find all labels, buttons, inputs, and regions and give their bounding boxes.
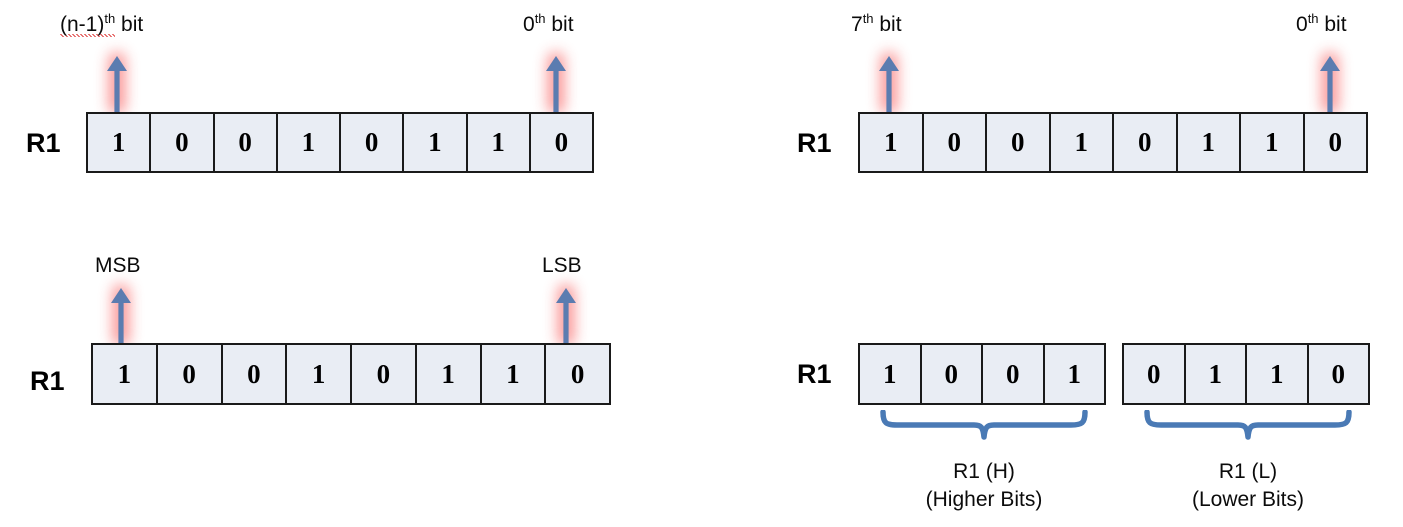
- bit-cell: 0: [923, 114, 987, 171]
- up-arrow-glyph: [879, 56, 899, 112]
- bit-cell: 0: [1114, 114, 1178, 171]
- group-caption-low-name: R1 (L): [1218, 460, 1278, 483]
- register-top-left: 10010110: [86, 112, 594, 173]
- up-arrow-glyph: [107, 56, 127, 112]
- bit-cell: 1: [860, 114, 924, 171]
- bit-cell: 1: [277, 114, 341, 171]
- register-name-bottom-left: R1: [30, 366, 65, 396]
- bit-cell: 1: [467, 114, 531, 171]
- bit-cell: 0: [1308, 345, 1368, 403]
- callout-text-primary: (n-1)th: [60, 11, 116, 37]
- bit-cell: 1: [1177, 114, 1241, 171]
- brace-high-bits: [880, 409, 1088, 455]
- group-caption-high: R1 (H) (Higher Bits): [884, 458, 1084, 513]
- callout-text-suffix: bit: [1318, 13, 1347, 36]
- bit-cell: 0: [1304, 114, 1366, 171]
- group-caption-low: R1 (L) (Lower Bits): [1148, 458, 1348, 513]
- brace-high-glyph: [880, 409, 1088, 440]
- bit-cell: 0: [530, 114, 592, 171]
- up-arrow-glyph: [111, 288, 131, 344]
- register-name-top-left: R1: [26, 128, 61, 158]
- bit-cell: 1: [88, 114, 152, 171]
- figure-canvas: (n-1)th bit 0th bit R1 10010110 MSB LSB: [0, 0, 1403, 527]
- bit-cell: 0: [214, 114, 278, 171]
- callout-label-lsb: LSB: [542, 254, 582, 277]
- up-arrow-icon: [553, 284, 579, 346]
- up-arrow-icon: [876, 52, 902, 114]
- up-arrow-icon: [543, 52, 569, 114]
- group-caption-high-name: R1 (H): [953, 460, 1015, 483]
- up-arrow-glyph: [546, 56, 566, 112]
- bit-cell: 0: [921, 345, 983, 403]
- callout-text-base: (n-1): [60, 13, 105, 36]
- bit-cell: 1: [481, 345, 547, 403]
- register-top-right: 10010110: [858, 112, 1368, 173]
- bit-cell: 1: [1241, 114, 1305, 171]
- callout-text-superscript: th: [862, 11, 874, 26]
- brace-low-glyph: [1144, 409, 1352, 440]
- up-arrow-icon: [1317, 52, 1343, 114]
- bit-cell: 1: [1050, 114, 1114, 171]
- callout-text-base: 0: [1296, 13, 1308, 36]
- bit-cell: 0: [1124, 345, 1186, 403]
- register-name-bottom-right: R1: [797, 359, 832, 389]
- bit-cell: 0: [341, 114, 405, 171]
- bit-cell: 1: [416, 345, 482, 403]
- callout-label-7th-bit: 7th bit: [851, 11, 902, 36]
- callout-label-n-minus-1-bit: (n-1)th bit: [60, 11, 144, 37]
- up-arrow-glyph: [556, 288, 576, 344]
- register-bottom-left: 10010110: [91, 343, 611, 405]
- callout-text-superscript: th: [104, 11, 116, 26]
- up-arrow-glyph: [1320, 56, 1340, 112]
- callout-text-base: 0: [523, 13, 535, 36]
- bit-cell: 1: [1247, 345, 1309, 403]
- bit-cell: 0: [151, 114, 215, 171]
- bit-cell: 1: [93, 345, 158, 403]
- callout-text-suffix: bit: [873, 13, 902, 36]
- register-group-low: 0110: [1122, 343, 1370, 405]
- callout-text-base: 7: [851, 13, 863, 36]
- register-group-high: 1001: [858, 343, 1106, 405]
- group-caption-high-description: (Higher Bits): [925, 487, 1043, 511]
- bit-cell: 0: [352, 345, 417, 403]
- bit-cell: 1: [287, 345, 352, 403]
- callout-text-superscript: th: [534, 11, 546, 26]
- register-bottom-right: 1001 0110: [858, 343, 1370, 405]
- bit-cell: 1: [860, 345, 922, 403]
- bit-cell: 0: [222, 345, 288, 403]
- brace-low-bits: [1144, 409, 1352, 455]
- bit-cell: 0: [546, 345, 609, 403]
- callout-label-msb: MSB: [95, 254, 141, 277]
- bit-cell: 0: [157, 345, 223, 403]
- callout-text-superscript: th: [1307, 11, 1319, 26]
- callout-label-0th-bit-top-left: 0th bit: [523, 11, 574, 36]
- register-name-top-right: R1: [797, 128, 832, 158]
- group-caption-low-description: (Lower Bits): [1191, 487, 1305, 511]
- callout-text-suffix: bit: [545, 13, 574, 36]
- up-arrow-icon: [108, 284, 134, 346]
- bit-cell: 0: [987, 114, 1051, 171]
- bit-cell: 1: [404, 114, 468, 171]
- up-arrow-icon: [104, 52, 130, 114]
- callout-text-suffix: bit: [115, 13, 144, 36]
- bit-cell: 1: [1044, 345, 1104, 403]
- register-group-gap: [1106, 343, 1122, 405]
- callout-label-0th-bit-top-right: 0th bit: [1296, 11, 1347, 36]
- bit-cell: 1: [1185, 345, 1247, 403]
- bit-cell: 0: [983, 345, 1045, 403]
